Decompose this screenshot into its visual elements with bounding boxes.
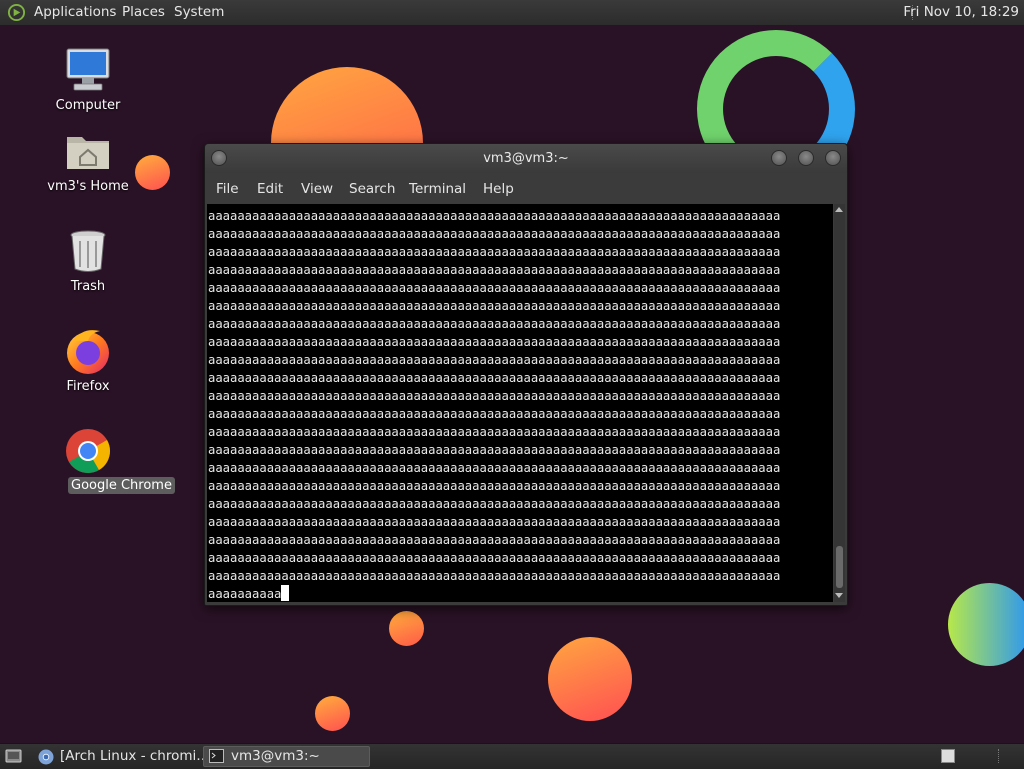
task-button-chromium[interactable]: [Arch Linux - chromi… — [33, 746, 210, 767]
desktop-icon-label: vm3's Home — [47, 179, 129, 194]
menu-edit[interactable]: Edit — [257, 181, 283, 197]
window-titlebar[interactable]: vm3@vm3:~ — [205, 144, 847, 173]
desktop-icon-computer[interactable]: Computer — [33, 46, 143, 116]
task-label: vm3@vm3:~ — [231, 748, 320, 764]
wallpaper-blue-orb — [948, 583, 1024, 666]
wallpaper-orange-orb-tiny — [389, 611, 424, 646]
scroll-down-arrow-icon[interactable] — [835, 593, 843, 598]
desktop-icon-label: Google Chrome — [68, 477, 175, 494]
desktop-icon-trash[interactable]: Trash — [33, 227, 143, 297]
panel-separator — [998, 749, 1001, 763]
terminal-window[interactable]: vm3@vm3:~ File Edit View Search Terminal… — [204, 143, 848, 606]
desktop-icon-firefox[interactable]: Firefox — [33, 327, 143, 397]
menu-logo-icon[interactable] — [7, 3, 26, 22]
firefox-icon — [67, 330, 109, 374]
scroll-up-arrow-icon[interactable] — [835, 207, 843, 212]
desktop-icon-label: Computer — [55, 98, 121, 113]
home-folder-icon — [67, 137, 109, 169]
wallpaper-orange-orb-bottom — [315, 696, 350, 731]
wallpaper-orange-orb-medium — [548, 637, 632, 721]
show-desktop-icon[interactable] — [5, 748, 22, 764]
desktop-icon-home[interactable]: vm3's Home — [33, 127, 143, 197]
desktop-icon-google-chrome[interactable]: Google Chrome — [33, 427, 175, 497]
task-label: [Arch Linux - chromi… — [60, 748, 210, 764]
terminal-cursor — [281, 585, 290, 601]
selected-label-text: Google Chrome — [68, 477, 175, 494]
menu-terminal[interactable]: Terminal — [409, 181, 466, 197]
workspace-switcher[interactable] — [941, 749, 955, 763]
desktop-icon-label: Firefox — [66, 379, 110, 394]
terminal-text: aaaaaaaaaaaaaaaaaaaaaaaaaaaaaaaaaaaaaaaa… — [208, 209, 781, 601]
menu-file[interactable]: File — [216, 181, 239, 197]
terminal-output[interactable]: aaaaaaaaaaaaaaaaaaaaaaaaaaaaaaaaaaaaaaaa… — [207, 204, 833, 602]
bottom-panel: [Arch Linux - chromi… vm3@vm3:~ — [0, 743, 1024, 769]
top-panel: Applications Places System Fri Nov 10, 1… — [0, 0, 1024, 26]
scrollbar-thumb[interactable] — [836, 546, 843, 588]
terminal-menubar: File Edit View Search Terminal Help — [205, 174, 847, 202]
chromium-icon — [38, 749, 54, 765]
minimize-button[interactable] — [771, 150, 787, 166]
menu-applications[interactable]: Applications — [34, 4, 116, 20]
computer-icon — [66, 48, 110, 91]
menu-system[interactable]: System — [174, 4, 224, 20]
task-button-terminal[interactable]: vm3@vm3:~ — [203, 746, 370, 767]
clock[interactable]: Fri Nov 10, 18:29 — [903, 4, 1019, 20]
desktop-icon-label: Trash — [70, 279, 106, 294]
terminal-icon — [209, 749, 224, 763]
menu-view[interactable]: View — [301, 181, 333, 197]
chrome-icon — [66, 429, 110, 473]
maximize-button[interactable] — [798, 150, 814, 166]
menu-help[interactable]: Help — [483, 181, 514, 197]
close-button[interactable] — [825, 150, 841, 166]
terminal-scrollbar[interactable] — [834, 204, 845, 602]
menu-search[interactable]: Search — [349, 181, 395, 197]
menu-places[interactable]: Places — [122, 4, 165, 20]
window-title: vm3@vm3:~ — [483, 151, 569, 166]
trash-icon — [70, 230, 106, 272]
